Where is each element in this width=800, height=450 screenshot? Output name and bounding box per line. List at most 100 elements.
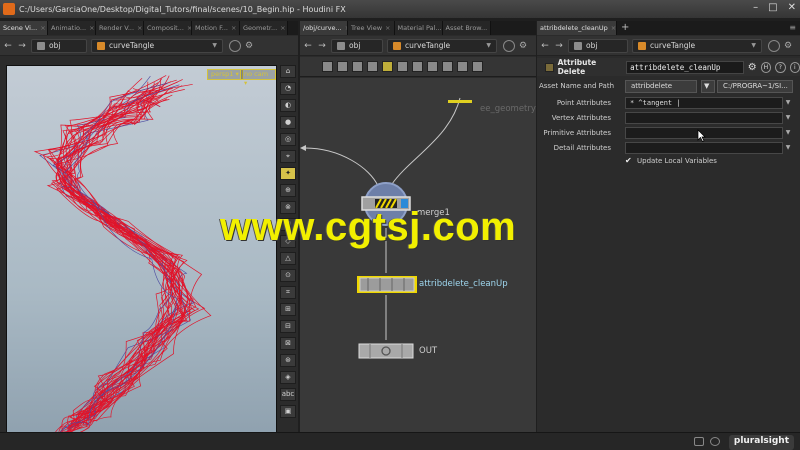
close-icon[interactable]: × [231,24,236,32]
tab-parameters[interactable]: attribdelete_cleanUp × [537,21,617,35]
tab-animation[interactable]: Animatio... × [48,21,96,35]
window-title: C:/Users/GarciaOne/Desktop/Digital_Tutor… [19,4,346,14]
viewport-tool-button[interactable]: ✦ [280,167,296,180]
add-tab-button[interactable]: + [617,21,633,35]
minimize-button[interactable]: – [753,2,758,13]
path-node-crumb[interactable]: curveTangle ▼ [632,38,762,53]
cursor-icon [697,129,706,144]
update-local-variables-checkbox[interactable]: ✔ [625,157,633,165]
param-label: Detail Attributes [553,144,611,152]
network-tool-button[interactable] [337,61,348,72]
close-icon[interactable]: × [611,24,616,32]
tab-geometry[interactable]: Geometr... × [240,21,288,35]
tab-label: Composit... [147,24,184,32]
viewport-tool-button[interactable]: ◎ [280,133,296,146]
asset-path-field[interactable]: C:/PROGRA~1/SI... [717,79,793,93]
lock-icon[interactable]: H [760,61,772,73]
tab-material-palette[interactable]: Material Pal...× [394,21,443,35]
close-icon[interactable]: × [89,24,94,32]
3d-viewport[interactable]: persp1 ▾ no cam ▾ [6,65,277,443]
status-icon[interactable] [710,437,720,446]
gear-icon[interactable]: ⚙ [519,41,527,51]
viewport-tool-button[interactable]: ◈ [280,371,296,384]
tab-scene-view[interactable]: Scene Vi... × [0,21,48,35]
status-icon[interactable] [694,437,704,446]
network-tool-button[interactable] [442,61,453,72]
back-arrow-icon[interactable]: ← [303,41,313,51]
viewport-tool-button[interactable]: ▣ [280,405,296,418]
viewport-tool-button[interactable]: ⊟ [280,320,296,333]
chevron-down-icon[interactable]: ▼ [783,142,793,154]
viewport-tool-button[interactable]: ⊠ [280,337,296,350]
network-tool-button[interactable] [367,61,378,72]
pin-icon[interactable] [768,39,780,52]
viewport-tool-button[interactable]: abc [280,388,296,401]
gear-icon[interactable]: ⚙ [784,41,792,51]
window-titlebar: C:/Users/GarciaOne/Desktop/Digital_Tutor… [0,0,800,18]
tab-tree-view[interactable]: Tree View × [348,21,395,35]
gear-icon[interactable]: ⚙ [748,62,757,73]
chevron-down-icon[interactable]: ▼ [783,112,793,124]
viewport-tool-button[interactable]: ⊞ [280,303,296,316]
tab-motion-fx[interactable]: Motion F... × [192,21,240,35]
asset-label: Asset Name and Path [539,82,615,90]
close-icon[interactable]: × [280,24,285,32]
pin-icon[interactable] [229,39,241,52]
network-tool-button[interactable] [352,61,363,72]
tab-asset-browser[interactable]: Asset Brow...× [442,21,491,35]
network-tool-button[interactable] [412,61,423,72]
close-icon[interactable]: × [40,24,45,32]
back-arrow-icon[interactable]: ← [540,41,550,51]
close-icon[interactable]: × [137,24,142,32]
gear-icon[interactable]: ⚙ [245,41,253,51]
maximize-button[interactable]: □ [768,2,777,13]
point-attributes-field[interactable]: * ^tangent | [625,97,783,109]
tab-composite[interactable]: Composit... × [144,21,192,35]
viewport-tool-button[interactable]: ⊙ [280,269,296,282]
asset-row: Asset Name and Path attribdelete ▼ C:/PR… [537,79,800,93]
help-icon[interactable]: ? [775,61,786,73]
forward-arrow-icon[interactable]: → [17,41,27,51]
back-arrow-icon[interactable]: ← [3,41,13,51]
network-tool-button[interactable] [322,61,333,72]
tab-render-view[interactable]: Render V... × [96,21,144,35]
viewport-tool-button[interactable]: ⌂ [280,65,296,78]
path-root-crumb[interactable]: obj [568,38,628,53]
path-root-crumb[interactable]: obj [331,38,383,53]
viewport-tool-button[interactable]: △ [280,252,296,265]
close-icon[interactable]: × [385,24,390,32]
chevron-down-icon[interactable]: ▼ [783,127,793,139]
network-tool-button[interactable] [472,61,483,72]
path-node-crumb[interactable]: curveTangle ▼ [91,38,223,53]
path-root-crumb[interactable]: obj [31,38,87,53]
viewport-tool-button[interactable]: ● [280,116,296,129]
tab-network-view[interactable]: /obj/curve...× [300,21,348,35]
path-node-crumb[interactable]: curveTangle ▼ [387,38,497,53]
network-view[interactable]: ee_geometry merge1 attribdelete_cleanUp … [300,78,536,432]
viewport-tool-button[interactable]: ⌖ [280,150,296,163]
viewport-tool-button[interactable]: ⌗ [280,286,296,299]
update-local-variables-row[interactable]: ✔ Update Local Variables [625,157,717,166]
node-name-field[interactable] [626,60,744,74]
viewport-tool-button[interactable]: ⊕ [280,184,296,197]
chevron-down-icon[interactable]: ▼ [783,97,793,109]
network-tool-button[interactable] [397,61,408,72]
param-label: Primitive Attributes [543,129,611,137]
pin-icon[interactable] [503,39,515,52]
forward-arrow-icon[interactable]: → [317,41,327,51]
viewport-tool-button[interactable]: ◔ [280,82,296,95]
asset-name-field[interactable]: attribdelete [625,79,697,93]
crumb-label: curveTangle [405,41,451,50]
viewport-tool-button[interactable]: ⊛ [280,354,296,367]
info-icon[interactable]: i [789,61,800,73]
network-tool-button[interactable] [382,61,393,72]
network-tool-button[interactable] [457,61,468,72]
close-button[interactable]: ✕ [788,2,796,13]
viewport-tool-button[interactable]: ◐ [280,99,296,112]
network-tool-button[interactable] [427,61,438,72]
vertex-attributes-field[interactable] [625,112,783,124]
null-node-icon [358,343,414,359]
chevron-down-icon[interactable]: ▼ [701,79,715,93]
forward-arrow-icon[interactable]: → [554,41,564,51]
menu-icon[interactable]: ≡ [789,23,796,32]
